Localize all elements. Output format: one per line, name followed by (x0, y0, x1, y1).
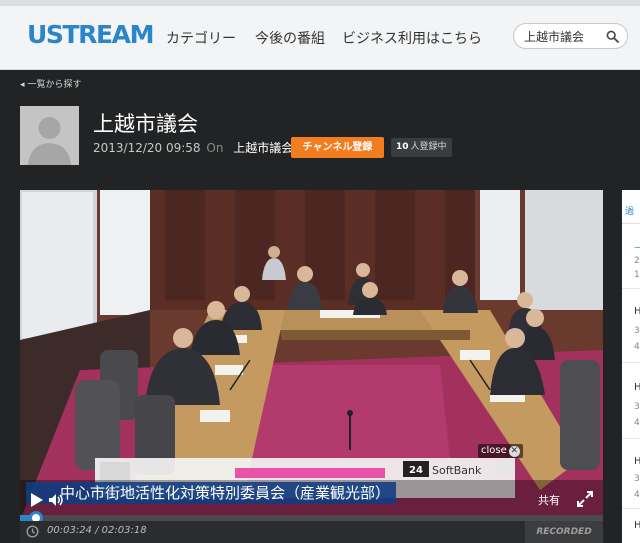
list-divider (622, 362, 640, 363)
avatar-placeholder-icon (20, 106, 79, 165)
list-item-meta: 4 (634, 490, 640, 500)
list-item-meta: 3 (634, 326, 640, 336)
fullscreen-icon[interactable] (577, 491, 593, 507)
total-duration: 02:03:18 (101, 525, 147, 536)
ad-number: 24 (409, 465, 423, 476)
progress-scrubber[interactable] (29, 511, 43, 521)
list-divider (622, 508, 640, 509)
volume-icon[interactable] (48, 492, 64, 508)
video-caption: 中心市街地活性化対策特別委員会（産業観光部） (26, 482, 397, 504)
list-item-meta: 4 (634, 342, 640, 352)
ad-brand: SoftBank (432, 464, 482, 477)
search-icon[interactable] (606, 30, 619, 43)
list-item-meta: 1 (634, 270, 640, 280)
nav-business[interactable]: ビジネス利用はこちら (342, 28, 482, 48)
list-item-title[interactable]: H (634, 306, 640, 317)
back-label: 一覧から探す (27, 80, 82, 90)
video-player[interactable]: 24 SoftBank close ✕ 中心市街地活性化対策特別委員会（産業観光部… (20, 190, 603, 521)
nav-upcoming-shows[interactable]: 今後の番組 (255, 28, 325, 48)
playback-time: 00:03:24 / 02:03:18 (47, 525, 147, 536)
list-item-title[interactable]: H (634, 456, 640, 467)
top-header: USTREAM カテゴリー 今後の番組 ビジネス利用はこちら (0, 0, 640, 70)
list-item-title[interactable]: H (634, 520, 640, 531)
share-button[interactable]: 共有 (538, 492, 560, 508)
subscribe-button[interactable]: チャンネル登録 (291, 137, 384, 158)
time-bar: 00:03:24 / 02:03:18 RECORDED LIVE (20, 521, 603, 543)
subscriber-count: 10 (396, 142, 409, 152)
chevron-left-icon: ◂ (20, 80, 25, 90)
channel-title: 上越市議会 (93, 112, 198, 136)
play-icon[interactable] (28, 492, 44, 508)
ustream-logo[interactable]: USTREAM (27, 20, 155, 49)
list-item-meta: 3 (634, 402, 640, 412)
list-divider (622, 438, 640, 439)
elapsed-time: 00:03:24 (47, 525, 92, 536)
subscriber-count-badge: 10 人登録中 (391, 138, 452, 157)
list-item-meta: 2 (634, 256, 640, 266)
close-icon: ✕ (508, 446, 520, 457)
channel-name-link[interactable]: 上越市議会 (233, 141, 293, 155)
broadcast-meta: 2013/12/20 09:58 On 上越市議会 (93, 139, 293, 156)
search-input[interactable] (524, 28, 604, 45)
broadcast-date: 2013/12/20 09:58 (93, 141, 201, 155)
on-label: On (206, 141, 224, 155)
video-frame: 24 SoftBank (20, 190, 603, 521)
recorded-live-badge: RECORDED LIVE (525, 521, 603, 543)
list-item-title[interactable]: H (634, 382, 640, 393)
subscriber-suffix: 人登録中 (410, 142, 447, 152)
tab-divider (622, 223, 640, 224)
browser-strip (0, 0, 640, 6)
list-item-meta: 4 (634, 418, 640, 428)
list-item-marker: — (634, 242, 640, 253)
back-to-list-link[interactable]: ◂ 一覧から探す (20, 77, 82, 90)
clock-icon (26, 525, 39, 538)
tab-past-videos[interactable]: 過 (625, 204, 634, 217)
ad-close-label: close (481, 445, 507, 456)
list-item-meta: 3 (634, 474, 640, 484)
search-box[interactable] (513, 23, 628, 49)
channel-avatar[interactable] (20, 106, 79, 165)
list-divider (622, 288, 640, 289)
side-panel: 過 — 2 1 H 3 4 H 3 4 H 3 4 H (622, 190, 640, 543)
ad-close-button[interactable]: close ✕ (478, 444, 523, 458)
nav-categories[interactable]: カテゴリー (166, 28, 236, 48)
